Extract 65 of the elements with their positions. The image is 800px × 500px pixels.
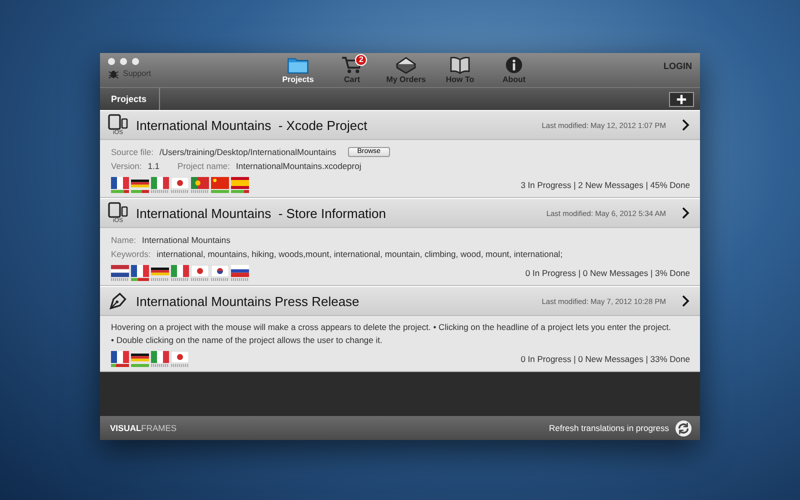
chevron-right-icon <box>682 207 690 219</box>
flag-icon <box>131 177 149 189</box>
progress-summary: 0 In Progress | 0 New Messages | 33% Done <box>520 354 690 364</box>
progress-bar <box>211 190 229 193</box>
chevron-right-icon <box>682 119 690 131</box>
progress-bar <box>131 190 149 193</box>
progress-bar <box>231 190 249 193</box>
flag-icon <box>211 265 229 277</box>
toolbar-tab[interactable]: My Orders <box>386 55 426 84</box>
field-value: international, mountains, hiking, woods,mount, international, mountain, climbing, wood, mount, international; <box>156 249 563 259</box>
flag-icon <box>151 265 169 277</box>
flag-icon <box>151 351 169 363</box>
flag-icon <box>171 177 189 189</box>
flag-icon <box>151 177 169 189</box>
flag-icon <box>231 177 249 189</box>
flag-icon <box>231 265 249 277</box>
devices-icon <box>108 202 128 218</box>
field-value: International Mountains <box>142 235 230 245</box>
progress-bar <box>131 278 149 281</box>
cart-icon <box>341 56 363 74</box>
box-icon <box>395 56 417 74</box>
project-title: International Mountains - Xcode Project <box>136 118 368 132</box>
refresh-link[interactable]: Refresh translations in progress <box>548 423 669 433</box>
flag-icon <box>191 177 209 189</box>
flag-icon <box>211 177 229 189</box>
toolbar-tab[interactable]: How To <box>440 55 480 84</box>
field-label: Keywords: <box>111 249 151 259</box>
flag-icon <box>191 265 209 277</box>
field-label: Project name: <box>178 161 230 171</box>
flag-icon <box>111 351 129 363</box>
progress-summary: 0 In Progress | 0 New Messages | 3% Done <box>525 268 690 278</box>
field-label: Source file: <box>111 147 154 157</box>
add-button[interactable] <box>669 92 694 106</box>
plus-icon <box>676 94 687 104</box>
progress-bar <box>131 364 149 367</box>
flag-icon <box>171 351 189 363</box>
flag-icon <box>131 351 149 363</box>
project-title: International Mountains Press Release <box>136 294 360 308</box>
toolbar-tab[interactable]: 2 Cart <box>332 55 372 84</box>
folder-icon <box>287 56 309 74</box>
progress-summary: 3 In Progress | 2 New Messages | 45% Done <box>520 180 690 190</box>
progress-bar <box>111 190 129 193</box>
flag-icon <box>111 177 129 189</box>
flag-icon <box>171 265 189 277</box>
login-button[interactable]: LOGIN <box>664 61 692 71</box>
field-label: Version: <box>111 161 142 171</box>
bug-icon <box>108 68 119 79</box>
field-value: /Users/training/Desktop/InternationalMountains <box>160 147 336 157</box>
book-icon <box>449 56 471 74</box>
count-badge: 2 <box>355 54 368 66</box>
toolbar-tab[interactable]: Projects <box>278 55 318 84</box>
devices-icon <box>108 114 128 130</box>
chevron-right-icon <box>682 295 690 307</box>
field-value: InternationalMountains.xcodeproj <box>236 161 362 171</box>
flag-icon <box>111 265 129 277</box>
field-label: Name: <box>111 235 136 245</box>
flag-icon <box>131 265 149 277</box>
info-icon <box>505 56 523 74</box>
field-value: 1.1 <box>148 161 160 171</box>
project-title: International Mountains - Store Information <box>136 206 386 220</box>
logo-text: VISUALFRAMES <box>110 423 177 433</box>
project-description: Hovering on a project with the mouse will make a cross appears to delete the project. • Clicking on the headline of a project lets you enter the project. • Double clicking on the name of the project allows the user to change it. <box>111 321 672 347</box>
progress-bar <box>111 364 129 367</box>
pen-nib-icon <box>108 291 128 311</box>
refresh-icon[interactable] <box>675 420 692 436</box>
